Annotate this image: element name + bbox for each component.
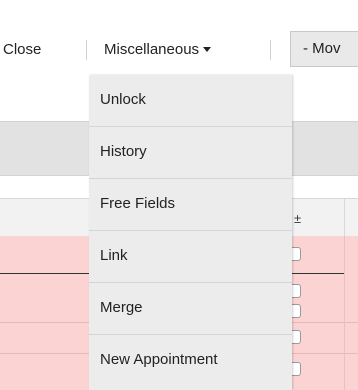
row-checkbox[interactable] [292, 362, 301, 376]
row-checkbox[interactable] [292, 247, 301, 261]
row-checkbox[interactable] [292, 304, 301, 318]
miscellaneous-label: Miscellaneous [104, 41, 200, 58]
toolbar-separator [270, 40, 271, 60]
miscellaneous-dropdown-menu: Unlock History Free Fields Link Merge Ne… [89, 75, 292, 390]
sort-icon[interactable]: ± [294, 212, 301, 225]
menu-item-merge[interactable]: Merge [89, 283, 292, 335]
menu-item-free-fields[interactable]: Free Fields [89, 179, 292, 231]
column-divider [344, 236, 345, 390]
miscellaneous-menu-button[interactable]: Miscellaneous [104, 40, 212, 60]
row-checkbox[interactable] [292, 284, 301, 298]
toolbar-separator [86, 40, 87, 60]
chevron-down-icon [203, 46, 212, 52]
row-checkbox[interactable] [292, 330, 301, 344]
move-select[interactable]: - Mov [290, 31, 358, 67]
column-divider [344, 198, 345, 236]
menu-item-history[interactable]: History [89, 127, 292, 179]
close-button[interactable]: Close [3, 40, 41, 60]
menu-item-link[interactable]: Link [89, 231, 292, 283]
menu-item-new-appointment[interactable]: New Appointment [89, 335, 292, 387]
menu-item-unlock[interactable]: Unlock [89, 75, 292, 127]
